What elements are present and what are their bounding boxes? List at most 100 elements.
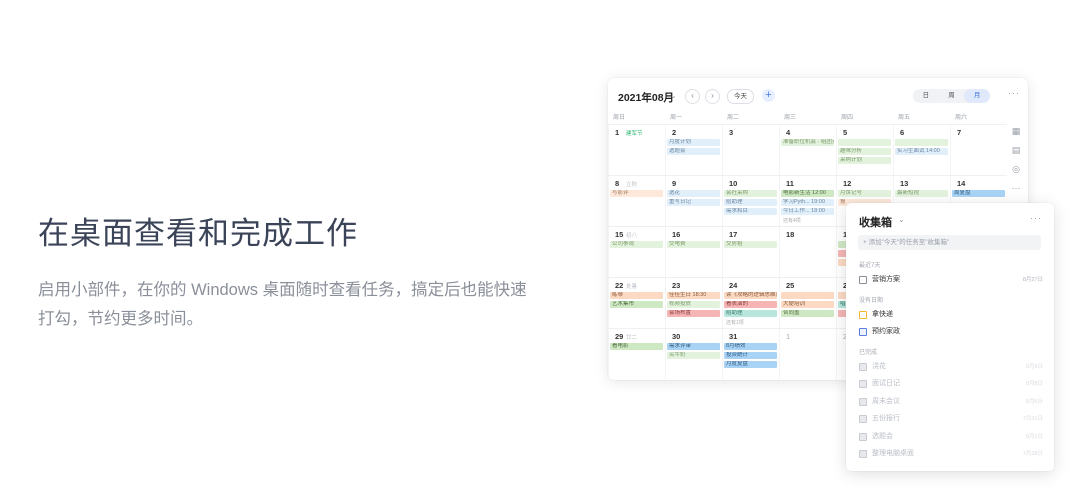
task-checkbox[interactable]	[859, 432, 867, 441]
task-checkbox[interactable]	[859, 380, 867, 388]
day-cell[interactable]: 23 佳佳生日 18:30 视频投放 会场布置	[665, 278, 722, 329]
calendar-event[interactable]: 合同盖	[781, 310, 834, 317]
day-cell[interactable]: 1	[779, 329, 836, 380]
day-cell[interactable]: 6 实习生面试 14:00	[893, 125, 950, 176]
day-cell[interactable]: 11 电影新生活 12:00 学习Pyth... 19:00 今日工作... 18:0…	[779, 176, 836, 227]
task-item[interactable]: 浇花 8月8日	[859, 361, 1043, 373]
calendar-event[interactable]: 趣味分析	[838, 148, 891, 155]
task-checkbox[interactable]	[859, 362, 867, 371]
calendar-event[interactable]: 看表演的	[724, 301, 777, 308]
day-cell[interactable]: 22 处暑 练琴 艺术集市	[608, 278, 665, 329]
calendar-event[interactable]: 公司参观	[610, 241, 663, 248]
calendar-event[interactable]: 周复盘	[952, 190, 1005, 197]
view-week-tab[interactable]: 周	[939, 89, 965, 103]
calendar-event[interactable]: 大便培训	[781, 301, 834, 308]
day-cell[interactable]: 17 交房租	[722, 227, 779, 278]
view-month-tab[interactable]: 月	[964, 89, 991, 103]
add-event-button[interactable]: +	[762, 89, 775, 102]
task-checkbox[interactable]	[859, 310, 867, 319]
calendar-event[interactable]: 学习Pyth... 19:00	[781, 199, 834, 206]
view-day-tab[interactable]: 日	[913, 89, 939, 103]
day-cell[interactable]: 31 8月绩效 投资统计 月度复盘	[722, 329, 779, 380]
task-item[interactable]: 整理电脑桌面 7月28日	[859, 448, 1043, 460]
calendar-event[interactable]: 选题会	[667, 148, 720, 155]
task-item[interactable]: 五份报行 7月31日	[859, 413, 1043, 425]
more-events-link[interactable]: 还有4项	[783, 217, 801, 224]
task-item[interactable]: 拿快递	[859, 309, 1043, 321]
more-events-link[interactable]: 还有1项	[726, 319, 744, 326]
calendar-event[interactable]: 投资统计	[724, 352, 777, 359]
calendar-event[interactable]: 艺术集市	[610, 301, 663, 308]
task-item[interactable]: 面试日记 8月8日	[859, 378, 1043, 390]
calendar-event[interactable]: 会场布置	[667, 310, 720, 317]
chevron-down-icon[interactable]: ⌄	[670, 91, 677, 100]
calendar-event[interactable]: 实习生面试 14:00	[895, 148, 948, 155]
calendar-event[interactable]: 选花	[667, 190, 720, 197]
calendar-event[interactable]	[895, 139, 948, 146]
day-cell[interactable]: 10 会社采购 给助理 需求和目	[722, 176, 779, 227]
calendar-event[interactable]: 采购计划	[838, 157, 891, 164]
day-cell[interactable]: 24 读《攻略的逻辑思维》 看表演的 给助理 还有1项	[722, 278, 779, 329]
more-icon[interactable]: ···	[1030, 213, 1042, 223]
calendar-event[interactable]: 8月绩效	[724, 343, 777, 350]
add-task-input[interactable]: + 添加"今天"的任务至"收集箱"	[858, 235, 1041, 250]
calendar-event[interactable]: 重写日记	[667, 199, 720, 206]
calendar-event[interactable]	[781, 292, 834, 299]
calendar-event[interactable]: 需求评审	[667, 343, 720, 350]
calendar-event[interactable]: 电影新生活 12:00	[781, 190, 834, 197]
day-cell[interactable]: 2 月度计划 选题会	[665, 125, 722, 176]
calendar-check-icon[interactable]: ▤	[1011, 145, 1021, 155]
task-checkbox[interactable]	[859, 397, 867, 406]
calendar-event[interactable]: 月度复盘	[724, 361, 777, 368]
calendar-event[interactable]: 佳佳生日 18:30	[667, 292, 720, 299]
day-cell[interactable]: 1 建军节	[608, 125, 665, 176]
task-item[interactable]: 周末会议 8月6日	[859, 396, 1043, 408]
task-checkbox[interactable]	[859, 276, 867, 284]
task-item[interactable]: 营销方案 8月27日	[859, 274, 1043, 286]
day-cell[interactable]: 25 大便培训 合同盖	[779, 278, 836, 329]
calendar-event[interactable]	[838, 139, 891, 146]
day-cell[interactable]: 18	[779, 227, 836, 278]
task-item[interactable]: 选题会 8月1日	[859, 431, 1043, 443]
day-cell[interactable]: 3	[722, 125, 779, 176]
calendar-event[interactable]: 需求和目	[724, 208, 777, 215]
today-button[interactable]: 今天	[727, 89, 754, 104]
calendar-icon[interactable]: ▦	[1011, 126, 1021, 136]
calendar-event[interactable]: 今日工作... 18:00	[781, 208, 834, 215]
calendar-event[interactable]: 练琴	[610, 292, 663, 299]
more-icon[interactable]: ···	[1008, 88, 1020, 98]
calendar-event[interactable]: 读《攻略的逻辑思维》	[724, 292, 777, 299]
calendar-event[interactable]: 准备职位机会 · 组团元宇中的评	[781, 139, 834, 146]
calendar-event[interactable]: 买牛奶	[667, 352, 720, 359]
more-icon[interactable]: ···	[1011, 183, 1021, 193]
day-cell[interactable]: 9 选花 重写日记	[665, 176, 722, 227]
task-checkbox[interactable]	[859, 415, 867, 423]
day-cell[interactable]: 7	[950, 125, 1007, 176]
calendar-event[interactable]: 月度计划	[667, 139, 720, 146]
day-cell[interactable]: 4 准备职位机会 · 组团元宇中的评	[779, 125, 836, 176]
calendar-event[interactable]: 给助理	[724, 310, 777, 317]
day-cell[interactable]: 29 廿二 看电影	[608, 329, 665, 380]
day-cell[interactable]: 16 交电费	[665, 227, 722, 278]
chevron-down-icon[interactable]: ⌄	[898, 215, 905, 224]
day-cell[interactable]: 30 需求评审 买牛奶	[665, 329, 722, 380]
calendar-event[interactable]: 给助理	[724, 199, 777, 206]
inbox-title[interactable]: 收集箱	[859, 214, 892, 230]
calendar-event[interactable]: 会社采购	[724, 190, 777, 197]
calendar-event[interactable]: 交房租	[724, 241, 777, 248]
task-checkbox[interactable]	[859, 328, 867, 336]
day-cell[interactable]: 8 立秋 写影评	[608, 176, 665, 227]
calendar-event[interactable]: 最新短视	[895, 190, 948, 197]
day-cell[interactable]: 5 趣味分析 采购计划	[836, 125, 893, 176]
next-month-button[interactable]: ›	[705, 89, 720, 104]
calendar-event[interactable]: 视频投放	[667, 301, 720, 308]
search-calendar-icon[interactable]: ◎	[1011, 164, 1021, 174]
day-cell[interactable]: 15 初八 公司参观	[608, 227, 665, 278]
calendar-event[interactable]: 写影评	[610, 190, 663, 197]
month-title[interactable]: 2021年08月	[618, 90, 674, 105]
calendar-event[interactable]: 交电费	[667, 241, 720, 248]
task-checkbox[interactable]	[859, 450, 867, 458]
calendar-event[interactable]: 看电影	[610, 343, 663, 350]
task-item[interactable]: 预约家政	[859, 326, 1043, 338]
calendar-event[interactable]: 月饼记号	[838, 190, 891, 197]
